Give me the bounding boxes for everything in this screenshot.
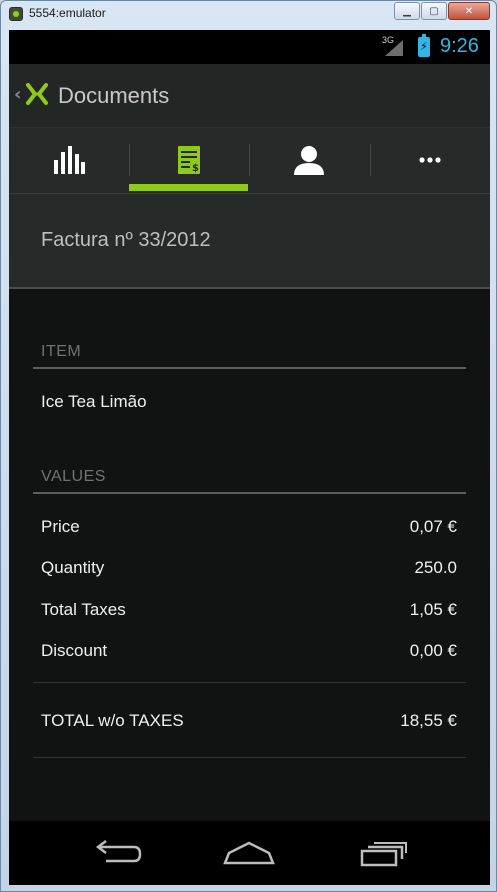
close-button[interactable]: ✕	[448, 2, 490, 20]
row-label: Quantity	[41, 558, 105, 577]
invoice-icon: $	[177, 146, 200, 174]
action-bar: ‹ Documents	[9, 64, 490, 128]
total-value: 18,55 €	[400, 711, 457, 730]
back-arrow-icon	[95, 840, 142, 863]
minimize-button[interactable]: ▁	[394, 2, 420, 20]
values-section-label: VALUES	[41, 468, 106, 485]
window-title: 5554:emulator	[29, 6, 106, 20]
home-button[interactable]	[219, 833, 279, 873]
document-header: Factura nº 33/2012	[9, 194, 490, 289]
android-screen: 3G ⚡ 9:26 ‹ Documents $ Factura nº 33/20…	[9, 30, 490, 885]
tab-statistics[interactable]	[9, 128, 128, 192]
tab-more[interactable]	[370, 128, 489, 192]
selected-tab-indicator	[129, 184, 248, 191]
emulator-app-icon	[9, 7, 23, 21]
svg-text:$: $	[192, 163, 199, 174]
action-bar-title: Documents	[58, 83, 170, 108]
item-section-divider	[33, 367, 466, 369]
battery-charging-icon: ⚡	[418, 34, 430, 57]
row-label: Total Taxes	[41, 600, 126, 619]
row-label: Discount	[41, 641, 108, 660]
status-time: 9:26	[440, 35, 479, 57]
app-logo-icon[interactable]	[25, 82, 49, 106]
person-icon	[293, 146, 324, 175]
row-value: 250.0	[414, 558, 457, 577]
more-icon	[418, 157, 441, 163]
up-caret-icon[interactable]: ‹	[14, 84, 21, 105]
recent-apps-icon	[360, 842, 407, 867]
emulator-window: 5554:emulator ▁ ▢ ✕ 3G ⚡ 9:26 ‹ Document…	[0, 0, 497, 892]
item-name: Ice Tea Limão	[41, 392, 147, 411]
maximize-button[interactable]: ▢	[421, 2, 447, 20]
status-bar: 3G ⚡ 9:26	[9, 30, 490, 64]
total-label: TOTAL w/o TAXES	[41, 711, 184, 730]
row-value: 0,07 €	[409, 517, 457, 536]
total-divider	[33, 682, 466, 683]
row-value: 0,00 €	[409, 641, 457, 660]
document-title: Factura nº 33/2012	[41, 229, 211, 251]
home-icon	[223, 841, 275, 865]
navigation-bar	[9, 821, 490, 885]
bottom-divider	[33, 757, 466, 758]
tab-invoice[interactable]: $	[129, 128, 248, 192]
tab-bar: $	[9, 128, 490, 194]
item-section-label: ITEM	[41, 343, 82, 360]
row-label: Price	[41, 517, 80, 536]
signal-icon	[385, 40, 403, 56]
window-titlebar[interactable]: 5554:emulator ▁ ▢ ✕	[1, 1, 496, 29]
values-section-divider	[33, 492, 466, 494]
recents-button[interactable]	[354, 833, 414, 873]
row-value: 1,05 €	[409, 600, 457, 619]
bar-chart-icon	[53, 146, 85, 174]
back-button[interactable]	[86, 833, 146, 873]
tab-customer[interactable]	[249, 128, 368, 192]
